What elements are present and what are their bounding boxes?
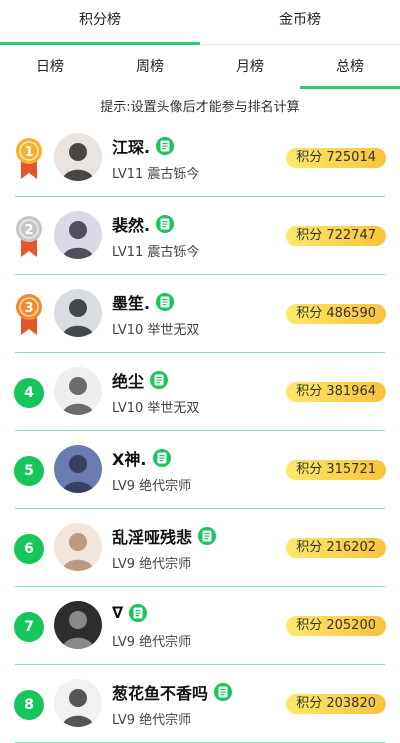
tab-label: 月榜 [236,59,264,75]
user-name: 江琛. [112,138,151,157]
tab-monthly[interactable]: 月榜 [200,45,300,89]
user-name: 裴然. [112,216,151,235]
user-name: 墨笙. [112,294,151,313]
ranking-row[interactable]: 1 江琛. LV11 震古铄今 积分 725014 [0,119,400,197]
user-name-line: 绝尘 [112,368,169,391]
ranking-row[interactable]: 2 裴然. LV11 震古铄今 积分 722747 [0,197,400,275]
tab-daily[interactable]: 日榜 [0,45,100,89]
verified-doc-icon [129,603,148,622]
verified-doc-icon [156,215,175,233]
tab-label: 周榜 [136,59,164,75]
verified-doc-icon [156,137,175,155]
verified-doc-icon [150,371,169,389]
verified-doc-icon [156,293,175,311]
rank-number: 1 [24,145,33,160]
user-level: LV9 绝代宗师 [112,713,192,728]
avatar[interactable] [54,679,102,727]
user-name-line: 江琛. [112,134,175,157]
user-name-line: 墨笙. [112,290,175,313]
active-tab-indicator [300,86,400,89]
avatar[interactable] [54,133,102,181]
user-name: X神. [112,450,147,469]
tab-label: 金币榜 [279,12,321,28]
avatar[interactable] [54,601,102,649]
ranking-row[interactable]: 3 墨笙. LV10 举世无双 积分 486590 [0,275,400,353]
user-level: LV9 绝代宗师 [112,479,192,494]
avatar[interactable] [54,289,102,337]
user-name-line: 葱花鱼不香吗 [112,680,233,703]
rank-number: 3 [24,301,33,316]
ranking-row[interactable]: 8 葱花鱼不香吗 LV9 绝代宗师 积分 203820 [0,665,400,743]
user-name-line: X神. [112,446,171,469]
verified-doc-icon [214,683,233,701]
rank-number: 8 [14,690,44,720]
period-tabs: 日榜 周榜 月榜 总榜 [0,45,400,89]
score-badge: 积分 486590 [286,304,386,324]
ranking-list: 1 江琛. LV11 震古铄今 积分 725014 2 裴然. LV11 震古铄… [0,119,400,743]
ranking-row[interactable]: 6 乱淫哑残悲 LV9 绝代宗师 积分 216202 [0,509,400,587]
user-level: LV11 震古铄今 [112,167,200,182]
avatar[interactable] [54,523,102,571]
user-name: 绝尘 [112,372,145,391]
tab-label: 日榜 [36,59,64,75]
user-name-line: 乱淫哑残悲 [112,524,217,547]
tab-weekly[interactable]: 周榜 [100,45,200,89]
ranking-hint: 提示:设置头像后才能参与排名计算 [100,100,300,115]
tab-overall[interactable]: 总榜 [300,45,400,89]
score-badge: 积分 216202 [286,538,386,558]
verified-doc-icon [198,527,217,545]
score-badge: 积分 315721 [286,460,386,480]
user-level: LV10 举世无双 [112,323,200,338]
medal-icon: 1 [16,138,42,179]
tab-points-ranking[interactable]: 积分榜 [0,0,200,45]
medal-icon: 3 [16,294,42,335]
user-name: 葱花鱼不香吗 [112,684,209,703]
score-badge: 积分 722747 [286,226,386,246]
user-level: LV9 绝代宗师 [112,635,192,650]
tab-label: 总榜 [336,59,364,75]
tab-label: 积分榜 [79,12,121,28]
ranking-row[interactable]: 5 X神. LV9 绝代宗师 积分 315721 [0,431,400,509]
rank-number: 5 [14,456,44,486]
user-name: ∇ [112,603,124,622]
verified-doc-icon [152,449,171,467]
score-badge: 积分 205200 [286,616,386,636]
score-badge: 积分 725014 [286,148,386,168]
rank-number: 2 [24,223,33,238]
leaderboard-type-tabs: 积分榜 金币榜 [0,0,400,45]
user-name: 乱淫哑残悲 [112,528,193,547]
ranking-row[interactable]: 4 绝尘 LV10 举世无双 积分 381964 [0,353,400,431]
user-level: LV10 举世无双 [112,401,200,416]
rank-number: 6 [14,534,44,564]
ranking-row[interactable]: 7 ∇ LV9 绝代宗师 积分 205200 [0,587,400,665]
avatar[interactable] [54,367,102,415]
rank-number: 4 [14,378,44,408]
score-badge: 积分 381964 [286,382,386,402]
medal-icon: 2 [16,216,42,257]
rank-number: 7 [14,612,44,642]
user-level: LV9 绝代宗师 [112,557,192,572]
tab-coins-ranking[interactable]: 金币榜 [200,0,400,44]
score-badge: 积分 203820 [286,694,386,714]
user-name-line: 裴然. [112,212,175,235]
user-name-line: ∇ [112,602,148,624]
user-level: LV11 震古铄今 [112,245,200,260]
avatar[interactable] [54,445,102,493]
avatar[interactable] [54,211,102,259]
